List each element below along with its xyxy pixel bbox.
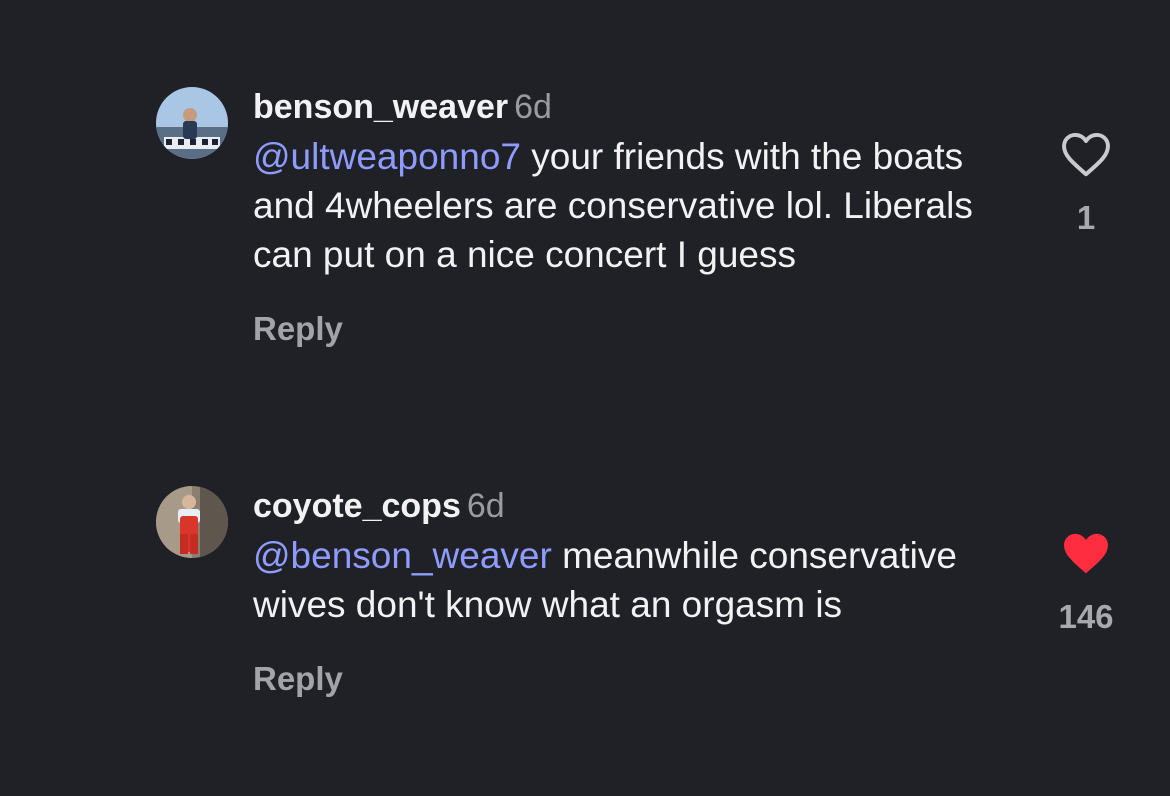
comments-thread: benson_weaver 6d @ultweaponno7 your frien… — [0, 0, 1170, 796]
comment-body: benson_weaver 6d @ultweaponno7 your frien… — [253, 84, 1013, 349]
comment-text: @benson_weaver meanwhile conservative wi… — [253, 531, 993, 629]
comment-meta: benson_weaver 6d — [253, 84, 1013, 130]
avatar[interactable] — [156, 87, 228, 159]
heart-outline-icon[interactable] — [1060, 132, 1112, 178]
mention-link[interactable]: @benson_weaver — [253, 535, 552, 576]
comment-meta: coyote_cops 6d — [253, 483, 1013, 529]
heart-filled-icon[interactable] — [1060, 531, 1112, 577]
comment-text: @ultweaponno7 your friends with the boat… — [253, 132, 993, 279]
mention-link[interactable]: @ultweaponno7 — [253, 136, 521, 177]
comment-time: 6d — [466, 487, 505, 525]
avatar[interactable] — [156, 486, 228, 558]
comment-body: coyote_cops 6d @benson_weaver meanwhile c… — [253, 483, 1013, 699]
avatar-photo — [156, 486, 228, 558]
like-count: 146 — [1058, 598, 1114, 635]
avatar-photo — [156, 87, 228, 159]
reply-button[interactable]: Reply — [253, 659, 343, 699]
username[interactable]: benson_weaver — [253, 88, 508, 126]
reply-button[interactable]: Reply — [253, 309, 343, 349]
like-count: 1 — [1076, 199, 1096, 236]
comment-time: 6d — [514, 88, 552, 126]
like-control: 1 — [1040, 132, 1132, 238]
username[interactable]: coyote_cops — [253, 487, 461, 525]
like-control: 146 — [1040, 531, 1132, 637]
